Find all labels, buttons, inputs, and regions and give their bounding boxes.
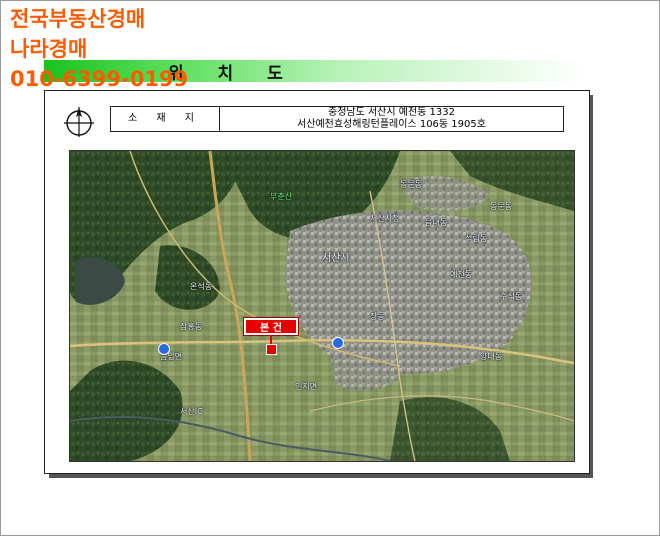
location-info-table: 소 재 지 충청남도 서산시 예천동 1332 서산예천효성해링턴플레이스 10…: [110, 106, 564, 132]
map-label: 서산시: [322, 253, 350, 264]
address-line-2: 서산예천효성해링턴플레이스 106동 1905호: [297, 119, 486, 130]
map-label: 서산IC: [180, 407, 203, 416]
map-label: 양대동: [480, 352, 503, 361]
map-label: 온석동: [190, 282, 213, 291]
map-label: 잠홍동: [180, 322, 203, 331]
map-label: 장동: [370, 312, 385, 321]
map-label: 서산시청: [370, 214, 400, 223]
location-label: 소 재 지: [110, 106, 220, 132]
ad-overlay: 전국부동산경매 나라경매 010-6399-0199: [10, 4, 188, 94]
ad-line-1: 전국부동산경매: [10, 7, 146, 31]
highway-badge-icon: [332, 337, 344, 349]
map-label: 석림동: [465, 234, 488, 243]
satellite-map-image: [70, 151, 574, 461]
north-compass-icon: [64, 107, 94, 137]
map-label: 부춘산: [270, 192, 293, 201]
address-cell: 충청남도 서산시 예천동 1332 서산예천효성해링턴플레이스 106동 190…: [219, 106, 564, 132]
map-label: 수석동: [500, 292, 523, 301]
ad-phone[interactable]: 010-6399-0199: [10, 64, 188, 94]
address-line-1: 충청남도 서산시 예천동 1332: [328, 107, 455, 118]
highway-badge-icon: [158, 343, 170, 355]
location-pin-icon: [266, 344, 277, 355]
map-label: 읍내동: [425, 218, 448, 227]
map-label: 동문동: [400, 180, 423, 189]
map-label: 예천동: [450, 270, 473, 279]
map-label: 인지면: [295, 382, 318, 391]
map-label: 동문동: [490, 202, 513, 211]
subject-property-marker[interactable]: 본 건: [244, 318, 298, 335]
satellite-map[interactable]: 부춘산 동문동 서산시청 서산시 예천동 석림동 읍내동 수석동 양대동 장동 …: [69, 150, 575, 462]
ad-line-2: 나라경매: [10, 37, 88, 61]
